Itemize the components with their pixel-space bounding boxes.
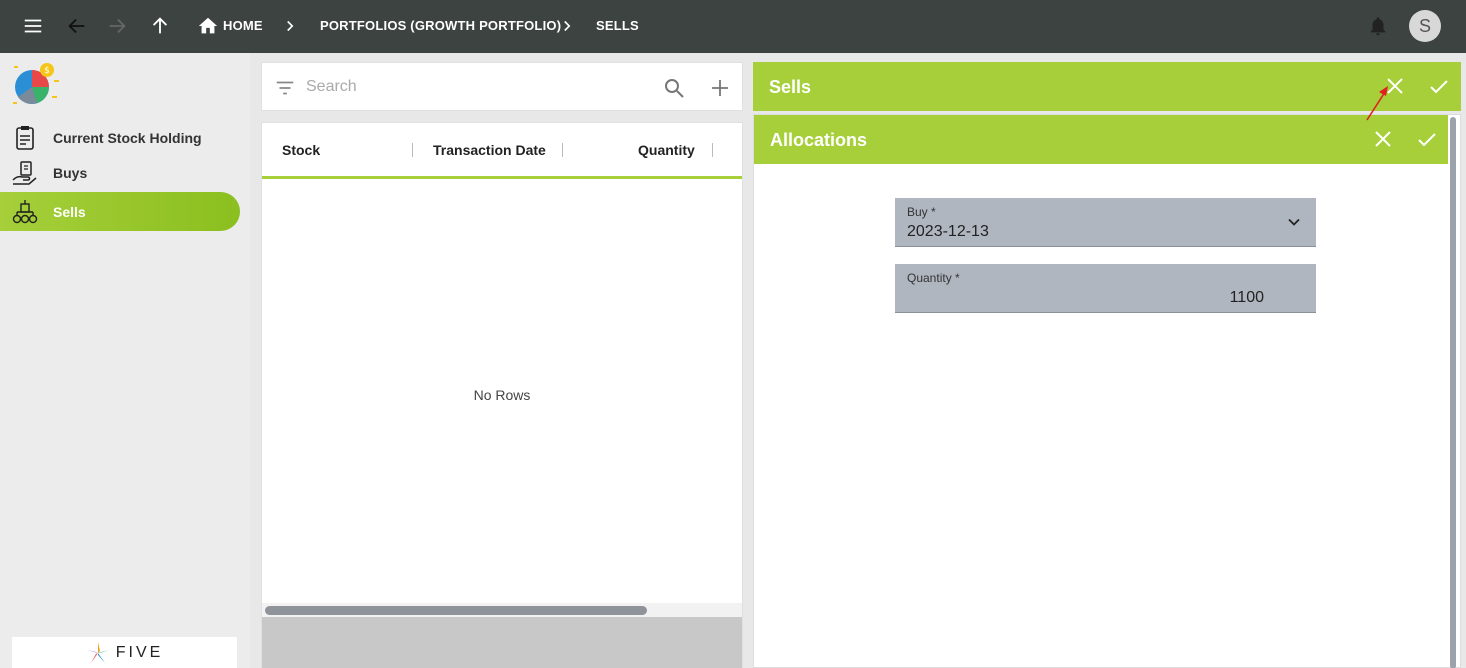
empty-state-text: No Rows [473,387,531,403]
field-label: Quantity * [907,271,960,285]
column-separator[interactable] [412,143,413,157]
field-value: 1100 [1229,289,1264,306]
grid-footer [262,617,742,668]
sidebar-item-sells[interactable]: Sells [0,192,240,231]
column-separator[interactable] [562,143,563,157]
buy-select[interactable]: Buy * 2023-12-13 [895,198,1316,247]
vertical-scrollbar[interactable] [1450,117,1456,668]
search-bar [261,62,743,111]
quantity-field[interactable]: Quantity * 1100 [895,264,1316,313]
five-star-icon [86,641,109,663]
sidebar-item-label: Sells [53,203,86,220]
add-icon[interactable] [708,76,732,100]
panel-title: Sells [769,77,812,97]
annotation-arrow-icon [1366,86,1388,121]
bell-icon[interactable] [1365,13,1391,39]
svg-text:$: $ [44,66,50,76]
coins-stack-icon [12,199,38,223]
hand-money-icon [12,160,37,185]
filter-icon[interactable] [274,77,296,99]
allocations-panel-header: Allocations [754,115,1448,164]
sidebar-item-buys[interactable]: Buys [0,153,240,192]
five-logo: FIVE [12,637,237,668]
five-logo-text: FIVE [115,643,164,661]
sidebar: $ Current Stock Holding Buys Sells FIVE [0,53,250,668]
chevron-right-icon [287,20,294,32]
back-arrow-icon[interactable] [64,13,90,39]
sidebar-item-label: Buys [53,164,88,181]
forward-arrow-icon[interactable] [104,13,130,39]
panel-title: Allocations [770,130,868,150]
horizontal-scrollbar[interactable] [262,603,742,617]
clipboard-icon [16,125,34,150]
breadcrumb-home[interactable]: HOME [223,18,263,33]
sidebar-item-current-stock-holding[interactable]: Current Stock Holding [0,118,240,157]
home-icon[interactable] [195,13,221,39]
breadcrumb-sells[interactable]: SELLS [596,18,639,33]
search-input[interactable] [306,75,646,99]
field-value: 2023-12-13 [907,223,989,240]
column-header-stock[interactable]: Stock [282,142,320,158]
search-icon[interactable] [662,76,686,100]
close-icon[interactable] [1371,127,1395,151]
top-app-bar: HOME PORTFOLIOS (GROWTH PORTFOLIO) SELLS… [0,0,1466,53]
breadcrumb-portfolios[interactable]: PORTFOLIOS (GROWTH PORTFOLIO) [320,18,561,33]
column-separator[interactable] [712,143,713,157]
app-logo-icon: $ [13,63,59,104]
column-header-transaction-date[interactable]: Transaction Date [433,142,546,158]
chevron-right-icon [564,20,571,32]
scrollbar-thumb[interactable] [265,606,647,615]
sells-panel-header: Sells [753,62,1461,111]
grid-header: Stock Transaction Date Quantity [262,123,742,179]
column-header-quantity[interactable]: Quantity [638,142,695,158]
field-label: Buy * [907,205,936,219]
chevron-down-icon[interactable] [1284,212,1304,232]
check-icon[interactable] [1415,127,1439,151]
avatar[interactable]: S [1409,10,1441,42]
allocations-form: Allocations Buy * 2023-12-13 Quantity * … [753,114,1461,668]
records-grid: Stock Transaction Date Quantity No Rows [261,122,743,668]
sidebar-item-label: Current Stock Holding [53,129,202,146]
up-arrow-icon[interactable] [147,13,173,39]
check-icon[interactable] [1427,74,1451,98]
menu-icon[interactable] [20,13,46,39]
